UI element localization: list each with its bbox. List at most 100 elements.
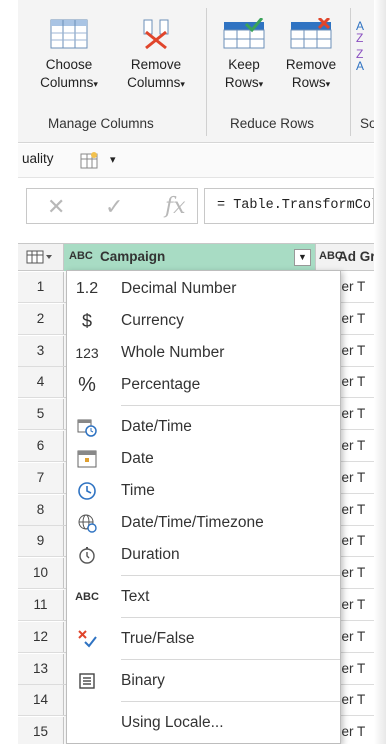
grid-header: ABC Campaign ▼ ABC Ad Gr: [18, 244, 376, 271]
quality-toolbar: uality ▾: [18, 144, 374, 178]
row-number[interactable]: 12: [18, 621, 64, 652]
menu-item-label: Currency: [121, 312, 184, 329]
remove-rows-label-1: Remove: [285, 57, 337, 72]
decimal-number-icon: 1.2: [75, 280, 99, 297]
menu-item-time[interactable]: Time: [67, 475, 340, 507]
menu-item-label: Text: [121, 588, 150, 605]
calendar-icon: [75, 447, 99, 471]
remove-columns-label-2: Columns: [127, 75, 181, 90]
menu-item-true-false[interactable]: True/False: [67, 623, 340, 655]
keep-rows-icon: [223, 18, 265, 49]
chevron-down-icon: ▾: [93, 79, 98, 89]
menu-item-duration[interactable]: Duration: [67, 539, 340, 571]
ribbon: Choose Columns▾ Remove Columns▾ Keep Row…: [18, 0, 377, 143]
row-number[interactable]: 4: [18, 367, 64, 398]
confirm-icon[interactable]: ✓: [105, 194, 123, 220]
remove-rows-label-2: Rows: [291, 75, 326, 90]
sort-az-icon[interactable]: A Z Z A: [356, 18, 374, 72]
column-header-label: Ad Gr: [338, 249, 376, 264]
menu-item-percentage[interactable]: % Percentage: [67, 369, 340, 401]
row-number[interactable]: 13: [18, 653, 64, 684]
menu-separator: [121, 575, 340, 576]
menu-item-date[interactable]: Date: [67, 443, 340, 475]
chevron-down-icon: ▾: [258, 79, 264, 89]
menu-item-label: Binary: [121, 672, 165, 689]
remove-rows-icon: [290, 18, 332, 49]
globe-clock-icon: [75, 511, 99, 535]
row-number[interactable]: 7: [18, 462, 64, 493]
menu-item-label: Time: [121, 482, 155, 499]
row-number[interactable]: 9: [18, 526, 64, 557]
row-number[interactable]: 6: [18, 431, 64, 461]
choose-columns-icon: [50, 19, 88, 49]
menu-separator: [121, 701, 340, 702]
whole-number-icon: 123: [75, 345, 99, 361]
group-divider: [206, 8, 207, 136]
menu-item-using-locale[interactable]: Using Locale...: [67, 707, 340, 739]
formula-bar: ✕ ✓ fx = Table.TransformColumnTypes: [18, 188, 374, 228]
chevron-down-icon[interactable]: ▾: [110, 153, 116, 166]
menu-item-date-time-timezone[interactable]: Date/Time/Timezone: [67, 507, 340, 539]
keep-rows-button[interactable]: Keep Rows▾: [214, 18, 274, 93]
row-number[interactable]: 5: [18, 399, 64, 430]
group-divider: [350, 8, 351, 136]
remove-columns-icon: [143, 19, 169, 50]
menu-item-currency[interactable]: $ Currency: [67, 305, 340, 337]
percentage-icon: %: [78, 373, 96, 396]
quality-label: uality: [22, 151, 54, 166]
column-header-adgroup[interactable]: ABC Ad Gr: [316, 244, 376, 271]
text-type-icon: ABC: [75, 591, 99, 603]
row-number[interactable]: 3: [18, 335, 64, 366]
menu-item-whole-number[interactable]: 123 Whole Number: [67, 337, 340, 369]
binary-icon: [75, 669, 99, 693]
menu-item-date-time[interactable]: Date/Time: [67, 411, 340, 443]
row-number[interactable]: 14: [18, 685, 64, 716]
row-number[interactable]: 2: [18, 303, 64, 334]
chevron-down-icon: ▾: [180, 79, 185, 89]
keep-rows-label-1: Keep: [228, 57, 260, 72]
menu-item-label: Using Locale...: [121, 714, 224, 731]
choose-columns-button[interactable]: Choose Columns▾: [28, 18, 110, 93]
menu-separator: [121, 659, 340, 660]
menu-item-label: Date/Time/Timezone: [121, 514, 264, 531]
menu-separator: [121, 405, 340, 406]
menu-item-text[interactable]: ABC Text: [67, 581, 340, 613]
column-filter-button[interactable]: ▼: [294, 249, 311, 266]
menu-item-label: Percentage: [121, 376, 201, 393]
true-false-icon: [75, 627, 99, 651]
svg-text:A: A: [356, 59, 364, 72]
row-number[interactable]: 15: [18, 717, 64, 744]
data-quality-icon[interactable]: [80, 151, 98, 169]
currency-icon: $: [81, 310, 92, 331]
svg-text:Z: Z: [356, 31, 363, 45]
cancel-icon[interactable]: ✕: [47, 194, 65, 220]
remove-columns-label-1: Remove: [130, 57, 182, 72]
menu-item-label: Whole Number: [121, 344, 225, 361]
menu-item-binary[interactable]: Binary: [67, 665, 340, 697]
remove-rows-button[interactable]: Remove Rows▾: [278, 18, 344, 93]
text-type-icon[interactable]: ABC: [69, 250, 93, 262]
menu-item-label: Decimal Number: [121, 280, 237, 297]
stopwatch-icon: [75, 543, 99, 567]
menu-item-label: Duration: [121, 546, 180, 563]
row-number[interactable]: 8: [18, 494, 64, 525]
formula-input[interactable]: = Table.TransformColumnTypes: [204, 188, 374, 224]
formula-buttons: ✕ ✓ fx: [26, 188, 198, 224]
choose-columns-label-1: Choose: [45, 57, 93, 72]
row-number[interactable]: 11: [18, 590, 64, 620]
formula-text: = Table.TransformColumnTypes: [217, 198, 373, 213]
menu-item-label: Date/Time: [121, 418, 192, 435]
column-header-campaign[interactable]: ABC Campaign ▼: [64, 244, 316, 271]
group-label-reduce-rows: Reduce Rows: [230, 116, 315, 131]
table-icon: [26, 250, 52, 264]
fx-icon[interactable]: fx: [165, 194, 186, 219]
menu-separator: [121, 617, 340, 618]
choose-columns-label-2: Columns: [40, 75, 94, 90]
keep-rows-label-2: Rows: [224, 75, 259, 90]
row-number[interactable]: 10: [18, 558, 64, 589]
remove-columns-button[interactable]: Remove Columns▾: [114, 18, 198, 93]
row-number[interactable]: 1: [18, 272, 64, 302]
window-edge-shadow: [374, 0, 386, 744]
menu-item-decimal-number[interactable]: 1.2 Decimal Number: [67, 273, 340, 305]
table-menu-button[interactable]: [18, 244, 64, 271]
